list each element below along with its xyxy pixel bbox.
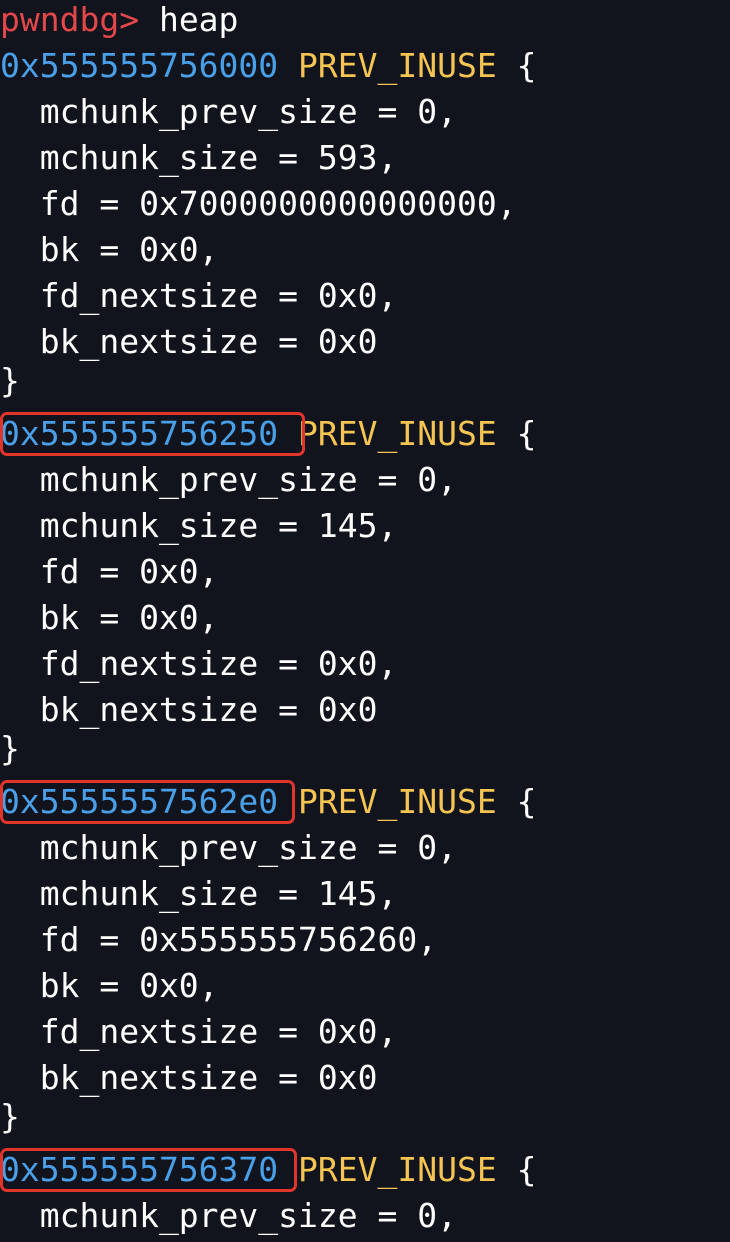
chunk-field: mchunk_size = 145,: [0, 874, 398, 913]
close-brace: }: [0, 1097, 20, 1136]
chunk-field: mchunk_size = 145,: [0, 506, 398, 545]
open-brace: {: [496, 414, 537, 453]
chunk-field: mchunk_prev_size = 0,: [0, 1196, 457, 1235]
command-text: heap: [139, 0, 239, 39]
chunk-field: fd = 0x0,: [0, 552, 219, 591]
address-highlight-box: [0, 780, 295, 824]
chunk-field: mchunk_prev_size = 0,: [0, 92, 457, 131]
address-highlight-box: [0, 1148, 297, 1192]
address-highlight-box: [0, 412, 305, 456]
close-brace: }: [0, 729, 20, 768]
chunk-flag: PREV_INUSE: [278, 46, 497, 85]
chunk-field: bk = 0x0,: [0, 966, 219, 1005]
chunk-field: mchunk_prev_size = 0,: [0, 460, 457, 499]
open-brace: {: [496, 46, 537, 85]
chunk-field: bk_nextsize = 0x0: [0, 322, 378, 361]
chunk-field: fd = 0x7000000000000000,: [0, 184, 517, 223]
chunk-field: bk = 0x0,: [0, 598, 219, 637]
chunk-field: fd_nextsize = 0x0,: [0, 1012, 398, 1051]
chunk-field: mchunk_prev_size = 0,: [0, 828, 457, 867]
chunk-field: fd = 0x555555756260,: [0, 920, 438, 959]
chunk-field: fd_nextsize = 0x0,: [0, 644, 398, 683]
chunk-field: bk_nextsize = 0x0: [0, 690, 378, 729]
chunk-flag: PREV_INUSE: [278, 414, 497, 453]
chunk-address: 0x555555756000: [0, 46, 279, 85]
chunk-flag: PREV_INUSE: [278, 1150, 497, 1189]
chunk-field: mchunk_size = 593,: [0, 138, 398, 177]
close-brace: }: [0, 361, 20, 400]
terminal-window[interactable]: pwndbg> heap 0x555555756000 PREV_INUSE {…: [0, 0, 730, 1242]
open-brace: {: [496, 1150, 537, 1189]
open-brace: {: [496, 782, 537, 821]
chunk-field: fd_nextsize = 0x0,: [0, 276, 398, 315]
prompt-label: pwndbg>: [0, 0, 140, 39]
chunk-field: bk_nextsize = 0x0: [0, 1058, 378, 1097]
prompt-line: pwndbg> heap: [0, 0, 238, 40]
chunk-field: bk = 0x0,: [0, 230, 219, 269]
chunk-header: 0x555555756000 PREV_INUSE {: [0, 46, 536, 86]
chunk-flag: PREV_INUSE: [278, 782, 497, 821]
